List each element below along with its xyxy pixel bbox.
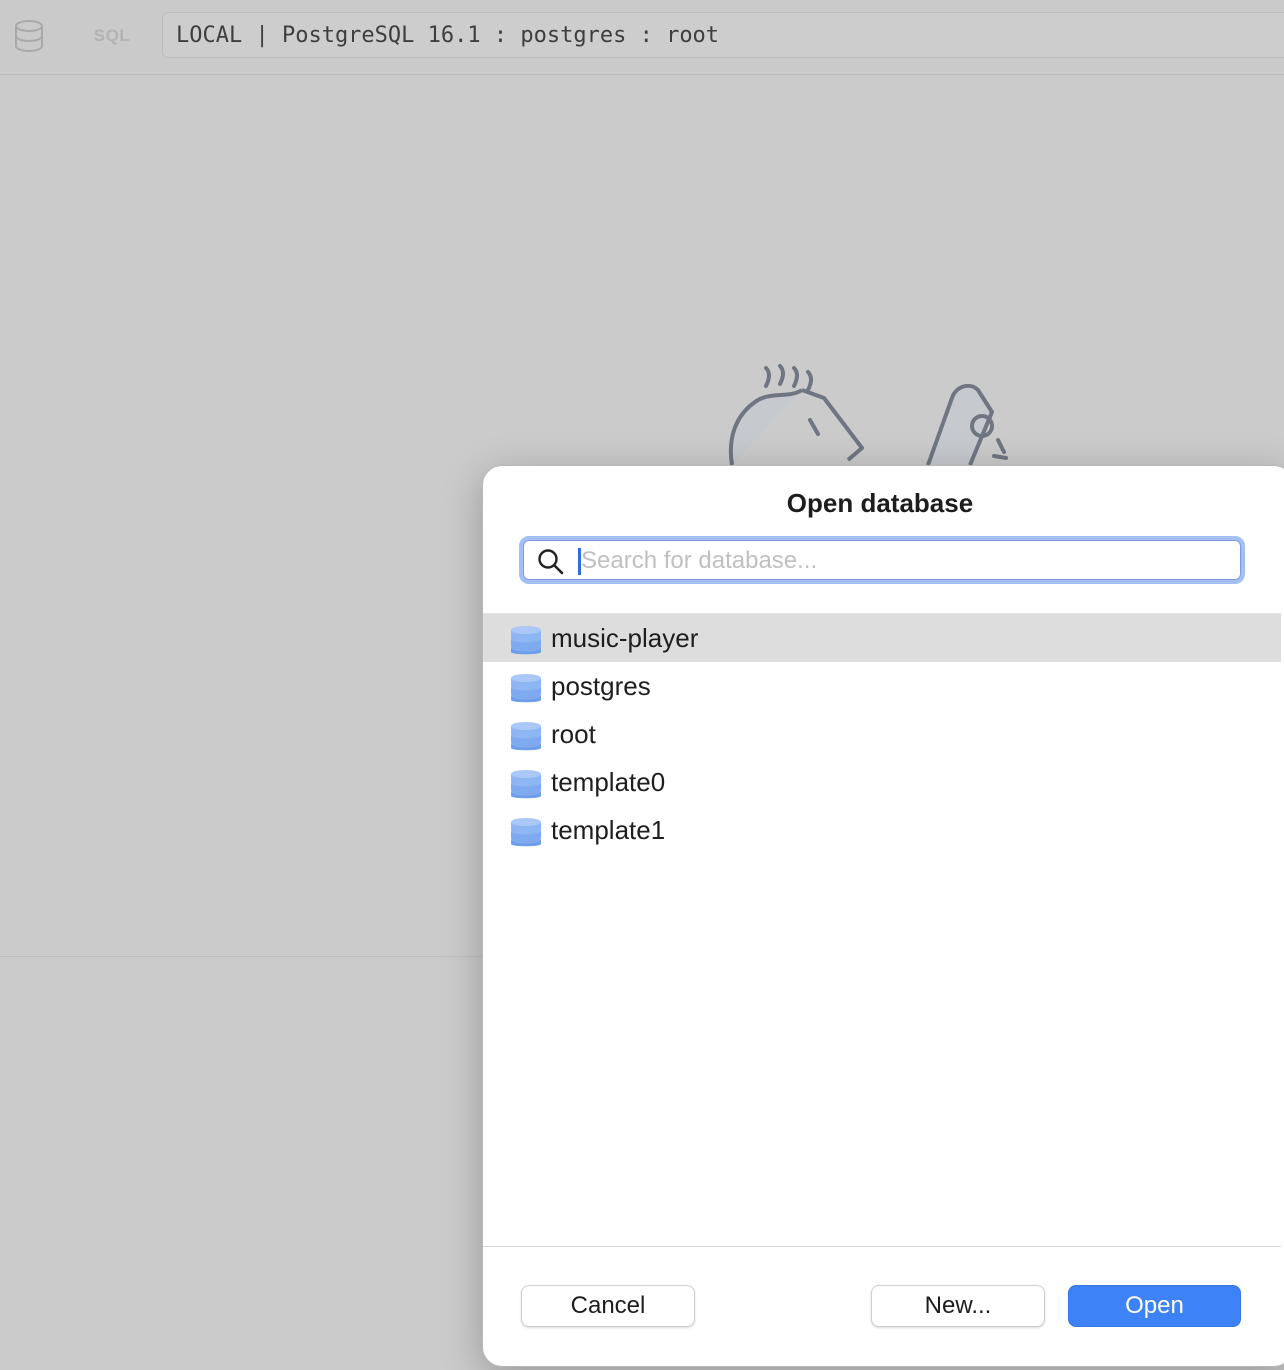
cancel-button[interactable]: Cancel bbox=[521, 1285, 695, 1327]
database-icon bbox=[511, 626, 541, 655]
divider bbox=[0, 956, 482, 957]
database-label: root bbox=[551, 719, 596, 749]
database-list: music-player postgres root template0 tem… bbox=[483, 613, 1281, 1247]
new-database-button[interactable]: New... bbox=[871, 1285, 1045, 1327]
search-box[interactable] bbox=[519, 536, 1245, 584]
database-icon bbox=[511, 674, 541, 703]
database-icon bbox=[511, 818, 541, 847]
sql-button[interactable]: SQL bbox=[82, 22, 142, 50]
database-label: template0 bbox=[551, 767, 666, 797]
dialog-title: Open database bbox=[786, 488, 974, 518]
database-icon bbox=[511, 770, 541, 799]
search-input[interactable] bbox=[581, 542, 1221, 580]
empty-state-illustration bbox=[728, 364, 1008, 466]
database-label: music-player bbox=[551, 623, 699, 653]
open-database-dialog: Open database music-player postgres root… bbox=[482, 465, 1284, 1367]
database-item-root[interactable]: root bbox=[483, 710, 1281, 758]
database-icon[interactable] bbox=[12, 18, 46, 54]
database-label: postgres bbox=[551, 671, 651, 701]
connection-label: LOCAL | PostgreSQL 16.1 : postgres : roo… bbox=[176, 23, 720, 48]
database-item-postgres[interactable]: postgres bbox=[483, 662, 1281, 710]
open-button[interactable]: Open bbox=[1068, 1285, 1241, 1327]
toolbar: SQL LOCAL | PostgreSQL 16.1 : postgres :… bbox=[0, 0, 1284, 75]
database-icon bbox=[511, 722, 541, 751]
database-item-template0[interactable]: template0 bbox=[483, 758, 1281, 806]
database-item-music-player[interactable]: music-player bbox=[483, 614, 1281, 662]
database-label: template1 bbox=[551, 815, 666, 845]
connection-field[interactable]: LOCAL | PostgreSQL 16.1 : postgres : roo… bbox=[162, 12, 1284, 58]
database-item-template1[interactable]: template1 bbox=[483, 806, 1281, 854]
search-icon bbox=[538, 549, 564, 575]
